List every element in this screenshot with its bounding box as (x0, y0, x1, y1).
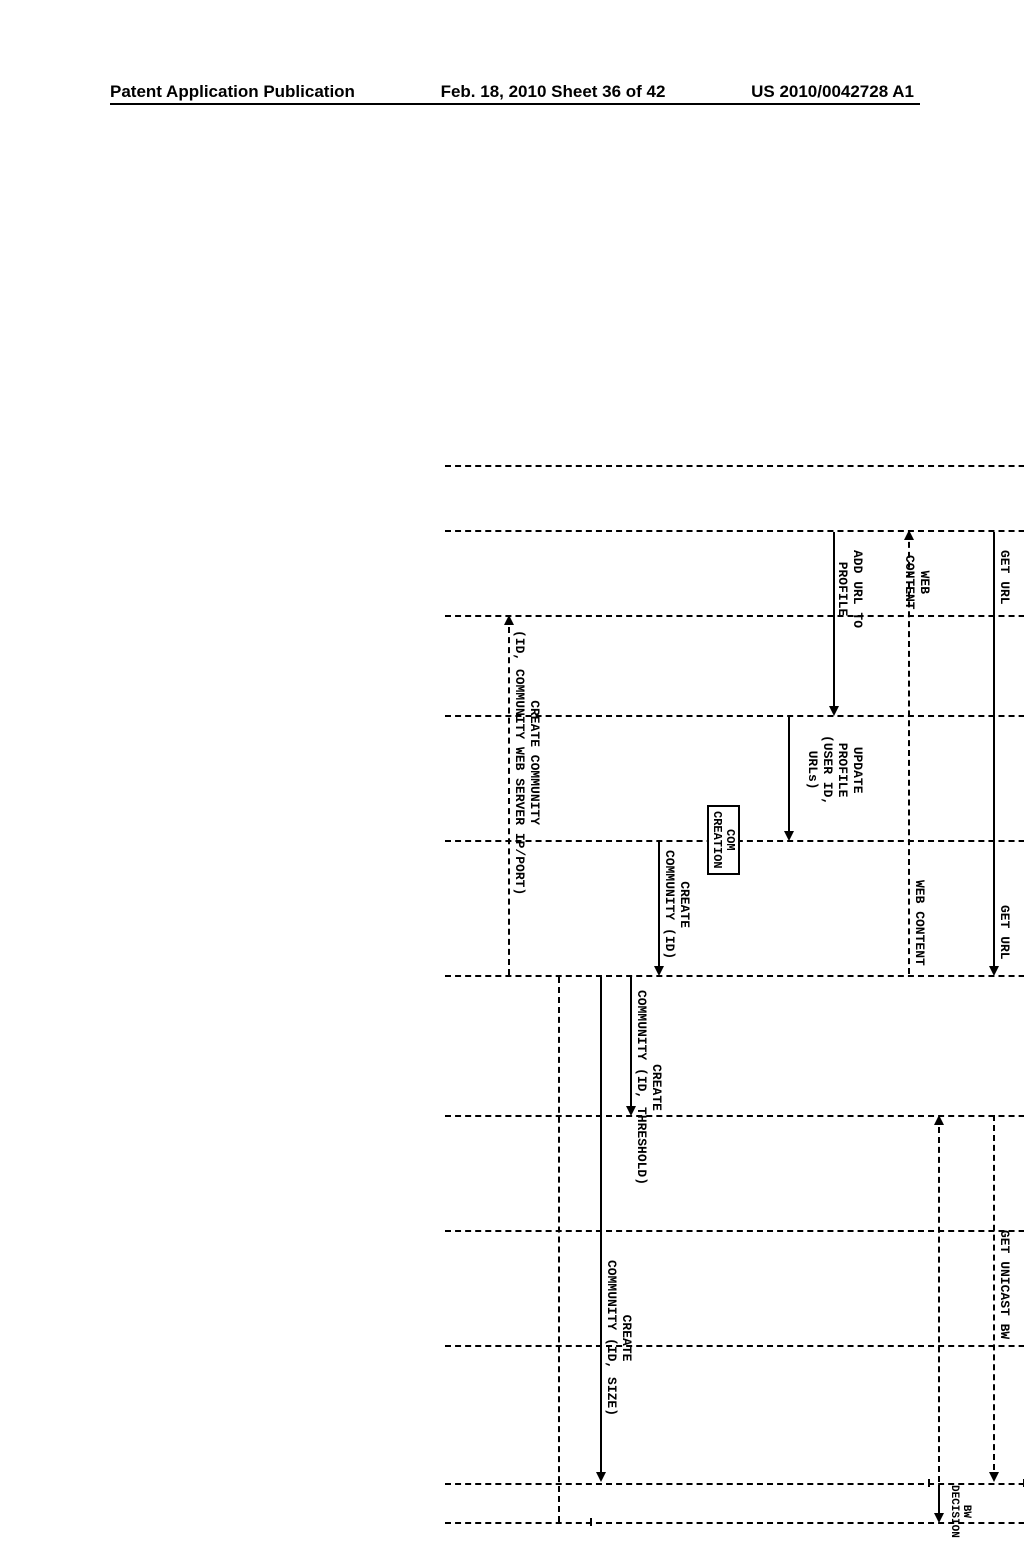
msg-update-profile: UPDATE PROFILE (USER ID, URLs) (805, 735, 865, 805)
msg-web-content-1: WEB CONTENT (902, 555, 932, 610)
lifeline-browser (445, 530, 1024, 532)
arrow-update-profile (788, 717, 790, 839)
arrow-create-comm-id (658, 842, 660, 974)
arrow-bw-decision-2 (938, 1485, 940, 1521)
msg-get-unicast-bw: GET UNICAST BW (997, 1230, 1012, 1339)
lifeline-setup-mgr (445, 975, 1024, 977)
arrow-get-url-1 (993, 532, 995, 974)
msg-get-url-1: GET URL (997, 550, 1012, 605)
arrow-get-unicast-bw (993, 1115, 995, 1480)
header-rule (110, 103, 920, 105)
box-com-creation: COM CREATION (707, 805, 740, 875)
header-left: Patent Application Publication (110, 82, 355, 102)
lifeline-cp (445, 465, 1024, 467)
msg-create-comm-id: CREATE COMMUNITY (ID) (662, 850, 692, 959)
msg-bw-decision-2: BW DECISION (948, 1485, 972, 1538)
arrow-create-comm-ws (508, 617, 510, 975)
msg-web-content-2: WEB CONTENT (912, 880, 927, 966)
header-right: US 2010/0042728 A1 (751, 82, 914, 102)
lifeline-cache (445, 615, 1024, 617)
arrow-create-comm-size (600, 977, 602, 1480)
msg-create-comm-size: CREATE COMMUNITY (ID, SIZE) (604, 1260, 634, 1416)
tick-bw2 (928, 1479, 930, 1487)
header-center: Feb. 18, 2010 Sheet 36 of 42 (441, 82, 666, 102)
msg-create-comm-thresh: CREATE COMMUNITY (ID, THRESHOLD) (634, 990, 664, 1185)
msg-add-url: ADD URL TO PROFILE (835, 550, 865, 628)
diagram-inner: FIG. 13A/1 END USER CP BROWSER CACHE PRO… (430, 450, 1024, 1550)
arrow-bw-return (938, 1117, 940, 1482)
arrow-long-return (558, 977, 560, 1522)
sequence-diagram: FIG. 13A/1 END USER CP BROWSER CACHE PRO… (0, 295, 1024, 1085)
msg-get-url-2: GET URL (997, 905, 1012, 960)
tick-size (590, 1518, 592, 1526)
arrow-create-comm-thresh (630, 977, 632, 1114)
msg-create-comm-ws: CREATE COMMUNITY (ID, COMMUNITY WEB SERV… (512, 630, 542, 895)
